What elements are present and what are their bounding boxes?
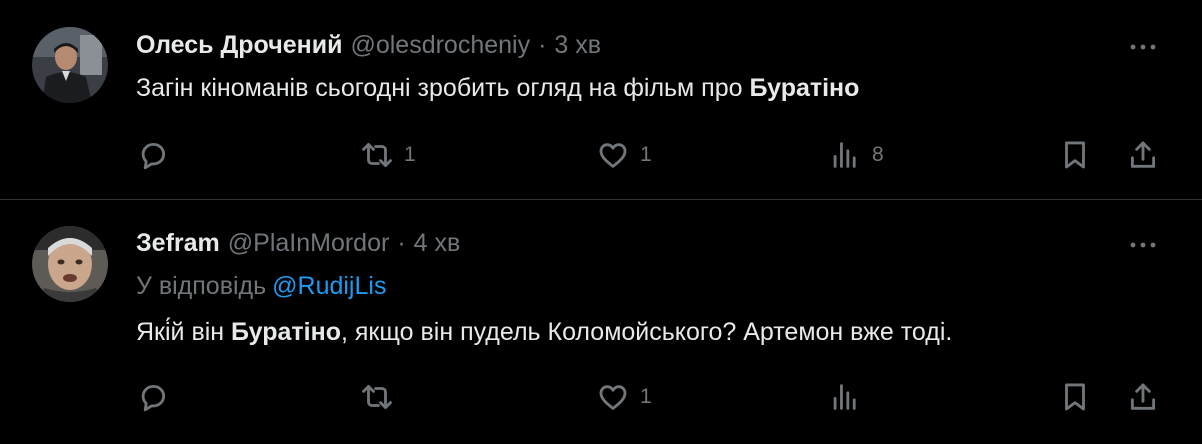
timestamp[interactable]: 4 хв — [414, 228, 461, 258]
text-segment: Які́й він — [136, 318, 232, 346]
reply-to-line: У відповідь @RudijLis — [136, 270, 386, 302]
views-button[interactable] — [828, 380, 872, 414]
reply-to-mention[interactable]: @RudijLis — [272, 272, 386, 300]
reply-button[interactable] — [136, 138, 180, 172]
bookmark-icon — [1065, 141, 1085, 169]
retweet-icon — [362, 384, 392, 410]
timestamp[interactable]: 3 хв — [554, 30, 601, 60]
user-avatar[interactable] — [32, 27, 108, 103]
like-button[interactable]: 1 — [596, 380, 652, 414]
reply-icon — [141, 384, 166, 412]
like-count: 1 — [640, 385, 652, 408]
heart-icon — [599, 143, 627, 168]
author-name[interactable]: Олесь Дрочений — [136, 30, 342, 60]
timeline: Олесь Дрочений @olesdrocheniy · 3 хв Заг… — [0, 0, 1202, 444]
retweet-icon — [362, 142, 392, 168]
tweet[interactable]: Олесь Дрочений @olesdrocheniy · 3 хв Заг… — [0, 0, 1202, 199]
more-icon[interactable] — [1128, 230, 1158, 260]
heart-icon — [599, 385, 627, 410]
text-bold-segment: Буратіно — [749, 74, 860, 102]
text-segment: , якщо він пудель Коломойського? Артемон… — [341, 318, 953, 346]
like-button[interactable]: 1 — [596, 138, 652, 172]
tweet-header: Олесь Дрочений @olesdrocheniy · 3 хв — [136, 30, 601, 60]
separator: · — [397, 229, 406, 257]
author-name[interactable]: Зefram — [136, 228, 220, 258]
tweet-actions: 1 1 8 — [136, 138, 1158, 172]
retweet-button[interactable] — [360, 380, 404, 414]
retweet-button[interactable]: 1 — [360, 138, 416, 172]
views-count: 8 — [872, 143, 884, 166]
views-icon — [833, 384, 856, 410]
bookmark-button[interactable] — [1058, 380, 1092, 414]
views-button[interactable]: 8 — [828, 138, 884, 172]
share-icon — [1130, 383, 1156, 410]
bookmark-icon — [1065, 383, 1085, 411]
share-icon — [1130, 141, 1156, 168]
retweet-count: 1 — [404, 143, 416, 166]
author-handle[interactable]: @olesdrocheniy — [350, 30, 530, 60]
share-button[interactable] — [1126, 138, 1160, 172]
user-avatar[interactable] — [32, 226, 108, 302]
more-icon[interactable] — [1128, 32, 1158, 62]
separator: · — [538, 31, 547, 59]
tweet[interactable]: Зefram @PlaInMordor · 4 хв У відповідь @R… — [0, 200, 1202, 444]
text-segment: Загін кіноманів сьогодні зробить огляд н… — [136, 74, 750, 102]
bookmark-button[interactable] — [1058, 138, 1092, 172]
tweet-header: Зefram @PlaInMordor · 4 хв — [136, 228, 460, 258]
tweet-text: Які́й він Буратіно, якщо він пудель Коло… — [136, 316, 952, 348]
views-icon — [833, 142, 856, 168]
reply-button[interactable] — [136, 380, 180, 414]
reply-to-label: У відповідь — [136, 272, 267, 300]
text-bold-segment: Буратіно — [231, 318, 341, 346]
tweet-actions: 1 — [136, 380, 1158, 414]
tweet-text: Загін кіноманів сьогодні зробить огляд н… — [136, 72, 859, 104]
like-count: 1 — [640, 143, 652, 166]
reply-icon — [141, 142, 166, 170]
author-handle[interactable]: @PlaInMordor — [228, 228, 390, 258]
share-button[interactable] — [1126, 380, 1160, 414]
